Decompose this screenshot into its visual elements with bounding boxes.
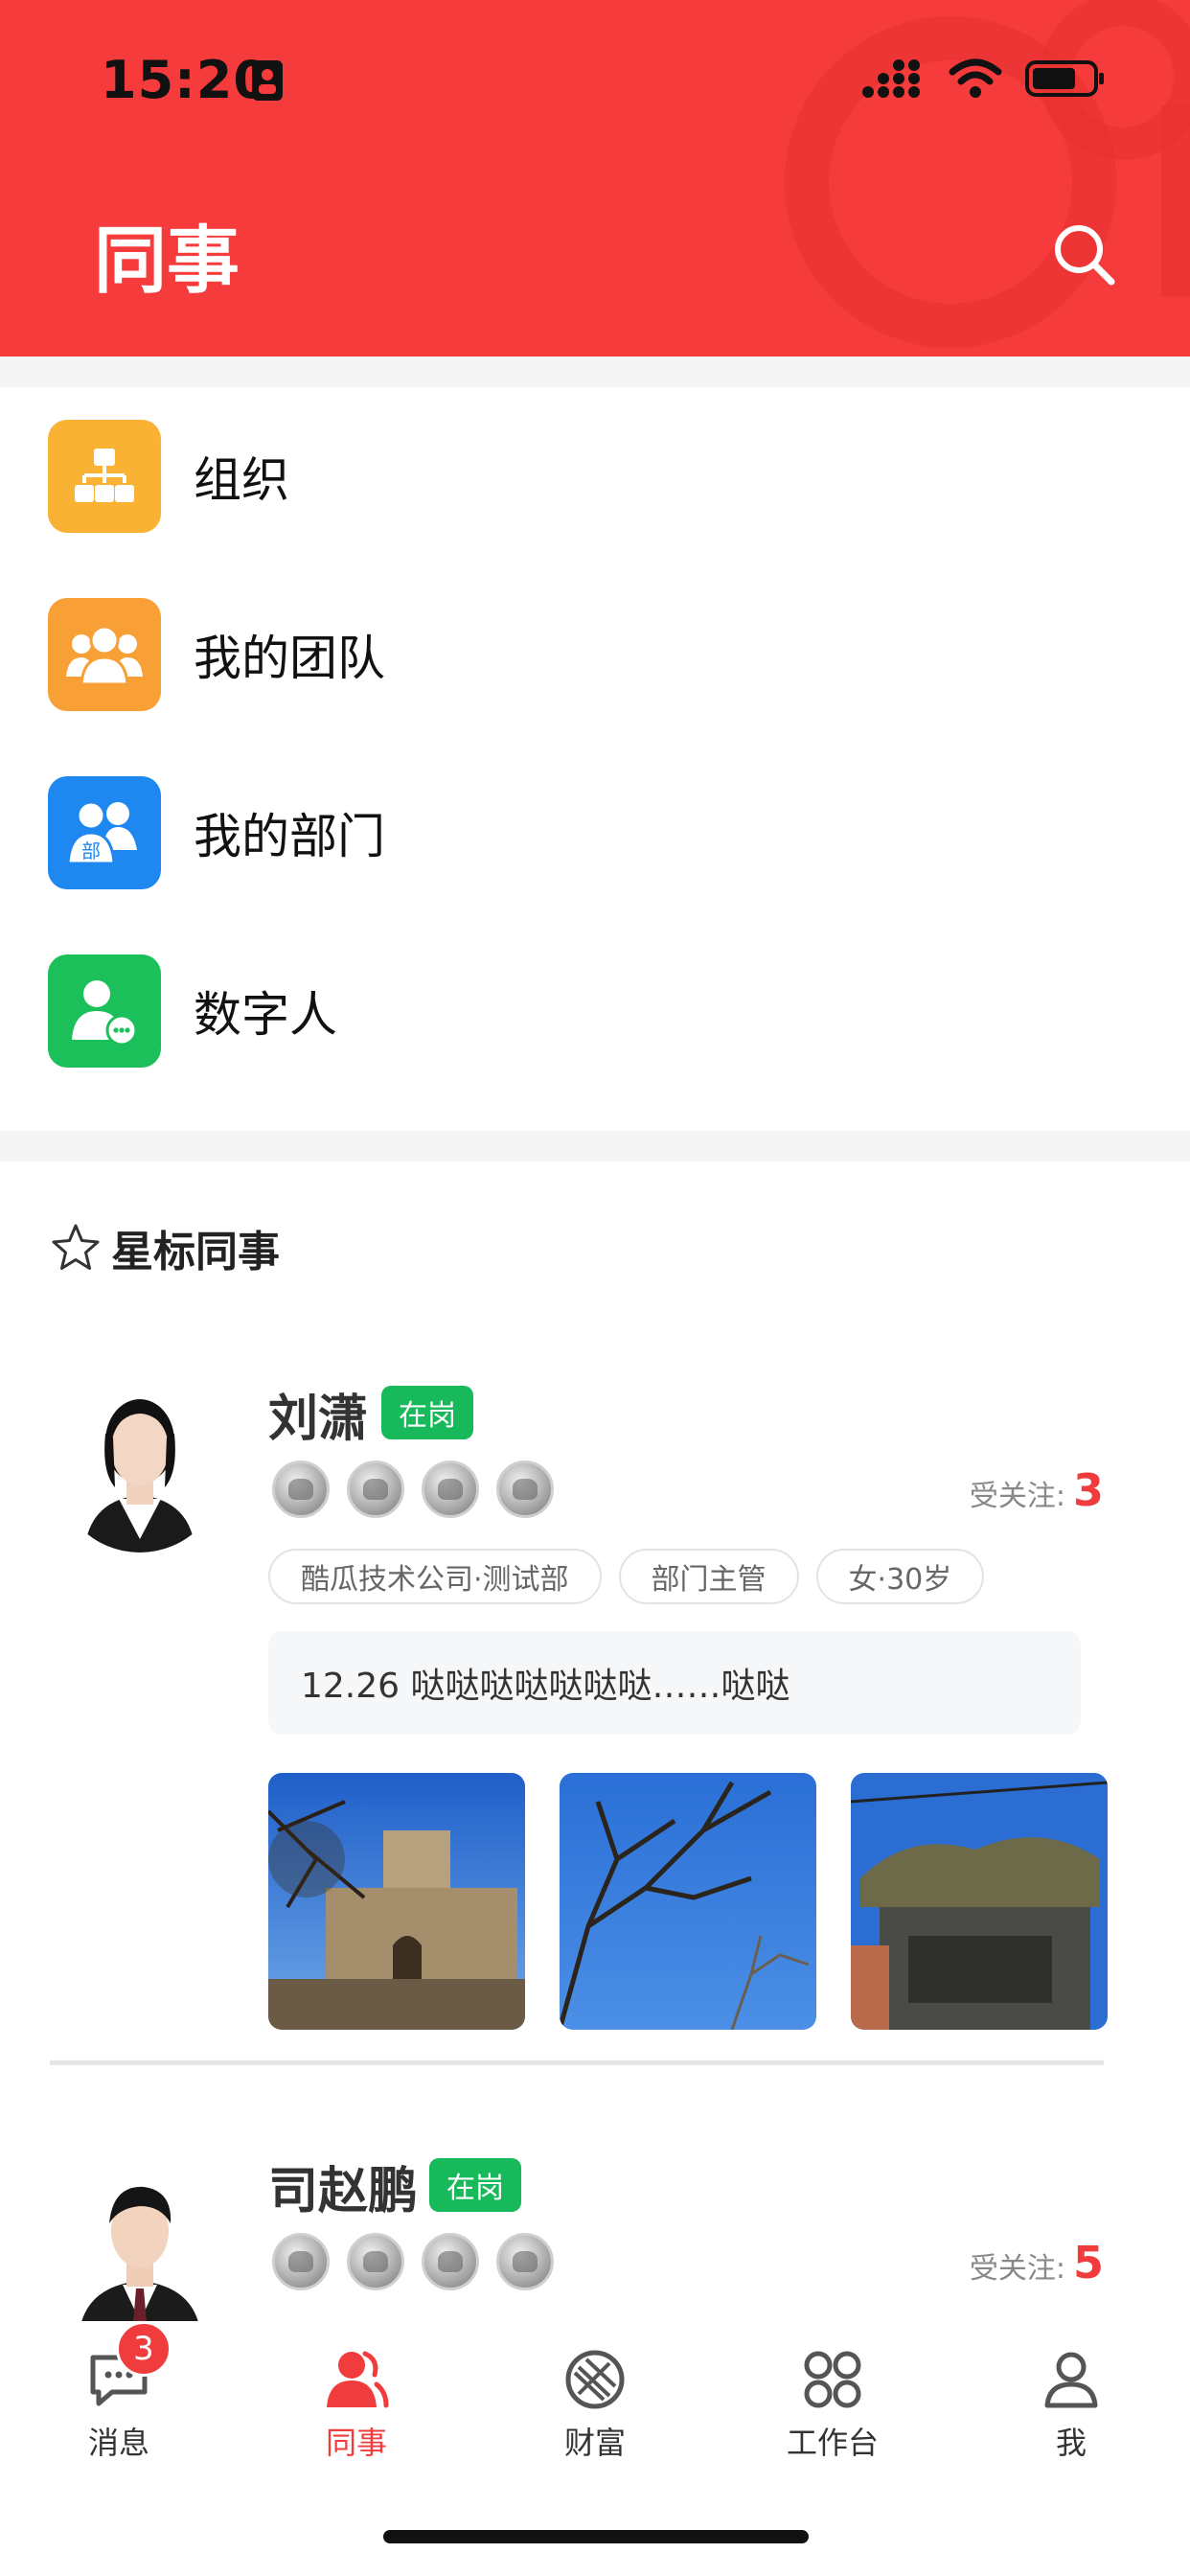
follow-count: 3 (1072, 1464, 1104, 1516)
colleague-name[interactable]: 司赵鹏 (268, 2150, 418, 2222)
colleagues-icon (323, 2346, 390, 2413)
unread-badge: 3 (116, 2321, 172, 2377)
menu-label: 我的团队 (194, 631, 385, 686)
latest-post[interactable]: 12.26 哒哒哒哒哒哒哒……哒哒 (268, 1631, 1081, 1735)
status-time: 15:20 (101, 50, 270, 110)
menu-item-digital-human[interactable]: 数字人 (0, 922, 1190, 1100)
tab-profile[interactable]: 我 (995, 2346, 1148, 2463)
digital-human-icon (48, 954, 161, 1068)
page-title: 同事 (94, 218, 240, 303)
medal-icon[interactable] (347, 2233, 404, 2290)
status-badge: 在岗 (429, 2158, 521, 2212)
follower-count: 受关注: 3 (970, 1464, 1104, 1516)
sim-card-icon (252, 60, 283, 101)
tab-messages[interactable]: 3 消息 (42, 2321, 195, 2463)
medal-icon[interactable] (347, 1460, 404, 1518)
wealth-icon (561, 2346, 629, 2413)
department-icon: 部 (48, 776, 161, 889)
star-icon (52, 1224, 100, 1270)
photo-thumbnail[interactable] (268, 1773, 525, 2030)
avatar (56, 1367, 224, 1552)
search-icon[interactable] (1046, 217, 1123, 293)
cellular-signal-icon (862, 59, 920, 98)
follow-count: 5 (1072, 2237, 1104, 2288)
battery-icon (1025, 60, 1104, 97)
medal-icon[interactable] (272, 2233, 330, 2290)
photo-grid (268, 1773, 1108, 2030)
menu-label: 我的部门 (194, 809, 385, 864)
tab-wealth[interactable]: 财富 (518, 2346, 672, 2463)
menu-label: 数字人 (194, 987, 337, 1043)
tab-label: 同事 (325, 2425, 387, 2461)
photo-thumbnail[interactable] (851, 1773, 1108, 2030)
tab-workbench[interactable]: 工作台 (756, 2346, 909, 2463)
tag-position: 部门主管 (618, 1549, 799, 1604)
tag-company-department: 酷瓜技术公司·测试部 (268, 1549, 602, 1604)
medal-icon[interactable] (422, 1460, 479, 1518)
avatar (56, 2152, 224, 2321)
workbench-icon (799, 2346, 866, 2413)
medal-icon[interactable] (496, 1460, 554, 1518)
medal-icon[interactable] (422, 2233, 479, 2290)
team-icon (48, 598, 161, 711)
tab-label: 工作台 (786, 2425, 879, 2461)
profile-icon (1038, 2346, 1105, 2413)
menu-label: 组织 (194, 452, 289, 508)
brand-watermark-icon (785, 0, 1190, 348)
tab-label: 消息 (87, 2425, 149, 2461)
department-icon-text: 部 (81, 840, 101, 862)
photo-thumbnail[interactable] (560, 1773, 816, 2030)
medal-icon[interactable] (496, 2233, 554, 2290)
medal-icon[interactable] (272, 1460, 330, 1518)
tab-label: 我 (1055, 2425, 1087, 2461)
menu-item-my-team[interactable]: 我的团队 (0, 565, 1190, 744)
home-indicator[interactable] (383, 2530, 809, 2543)
app-header: 15:20 同事 (0, 0, 1190, 356)
tab-label: 财富 (563, 2425, 626, 2461)
status-badge: 在岗 (381, 1386, 473, 1439)
follow-label: 受关注: (969, 1480, 1065, 1513)
message-icon: 3 (85, 2321, 172, 2413)
status-indicators (862, 58, 1106, 100)
starred-colleagues-section: 星标同事 刘潇 在岗 受关注: 3 酷瓜技术公司·测试部 部门主管 女·30岁 … (0, 1162, 1190, 2321)
medal-list (272, 2233, 554, 2290)
org-chart-icon (48, 420, 161, 533)
tab-colleagues[interactable]: 同事 (280, 2346, 433, 2463)
menu-item-organization[interactable]: 组织 (0, 387, 1190, 565)
colleague-name[interactable]: 刘潇 (268, 1378, 368, 1450)
menu-item-my-department[interactable]: 部 我的部门 (0, 744, 1190, 922)
tag-gender-age: 女·30岁 (815, 1549, 985, 1604)
card-divider (50, 2060, 1104, 2065)
starred-title: 星标同事 (111, 1228, 280, 1276)
wifi-icon (949, 58, 1002, 98)
follow-label: 受关注: (969, 2252, 1065, 2286)
quick-menu: 组织 我的团队 部 我的部门 数字人 (0, 387, 1190, 1131)
tag-list: 酷瓜技术公司·测试部 部门主管 女·30岁 (268, 1549, 985, 1604)
medal-list (272, 1460, 554, 1518)
starred-header: 星标同事 (50, 1217, 280, 1278)
follower-count: 受关注: 5 (970, 2237, 1104, 2288)
